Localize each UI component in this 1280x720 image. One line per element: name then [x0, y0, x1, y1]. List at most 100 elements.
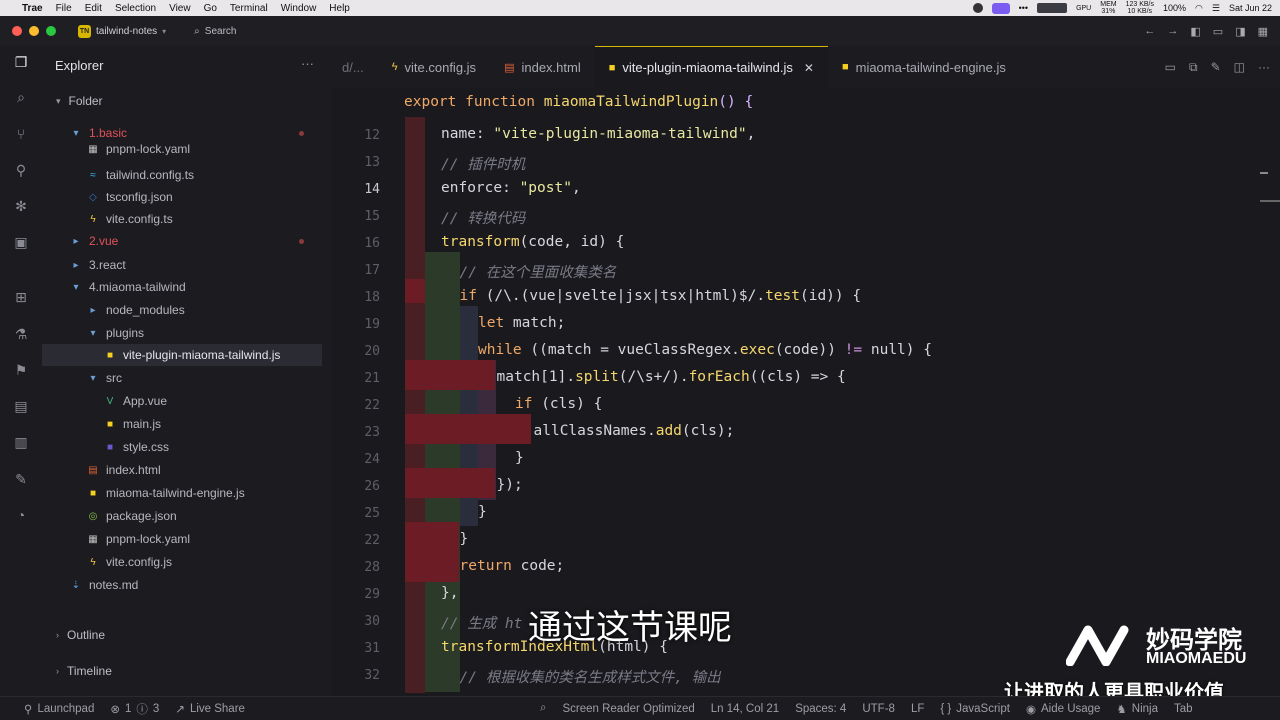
encoding-item[interactable]: UTF-8 [862, 703, 895, 715]
search-icon[interactable]: ⌕ [13, 89, 29, 105]
screen-reader-item[interactable]: Screen Reader Optimized [562, 703, 694, 715]
tab-vite-config[interactable]: ϟ vite.config.js [378, 46, 490, 88]
menu-go[interactable]: Go [204, 3, 217, 14]
menu-window[interactable]: Window [281, 3, 317, 14]
pen-icon[interactable]: ✎ [13, 471, 29, 487]
line-number: 13 [364, 155, 380, 170]
launchpad-item[interactable]: ⚲ Launchpad [24, 702, 94, 716]
control-center-icon[interactable]: ☰ [1212, 3, 1220, 14]
tree-item[interactable]: ▾ 4.miaoma-tailwind [42, 276, 322, 298]
menu-terminal[interactable]: Terminal [230, 3, 268, 14]
menu-app-name[interactable]: Trae [22, 3, 43, 14]
menu-view[interactable]: View [169, 3, 191, 14]
problems-item[interactable]: ⊗ 1 ⓘ 3 [110, 701, 159, 717]
editor-tabs: d/... ϟ vite.config.js ▤ index.html ■ vi… [332, 46, 1280, 88]
tree-item[interactable]: ■ miaoma-tailwind-engine.js [42, 482, 322, 504]
timeline-icon[interactable]: ◔ [13, 507, 29, 523]
layout-icon[interactable]: ▦ [1258, 25, 1268, 38]
language-item[interactable]: { } JavaScript [940, 703, 1010, 715]
tree-item[interactable]: ▤ index.html [42, 459, 322, 481]
minimize-window-button[interactable] [29, 26, 39, 36]
tab-partial[interactable]: d/... [332, 46, 378, 88]
remote-explorer-icon[interactable]: ▣ [13, 234, 29, 250]
testing-flask-icon[interactable]: ⚗ [13, 326, 29, 342]
forward-arrow-icon[interactable]: → [1167, 25, 1178, 38]
code-line: // 转换代码 [441, 211, 526, 227]
tree-item[interactable]: ϟ vite.config.js [42, 551, 322, 573]
eol-item[interactable]: LF [911, 703, 924, 715]
explorer-title: Explorer [55, 58, 104, 73]
source-control-icon[interactable]: ⑂ [13, 126, 29, 142]
code-editor[interactable]: export function miaomaTailwindPlugin() {… [332, 88, 1280, 696]
back-arrow-icon[interactable]: ← [1144, 25, 1155, 38]
launchpad-label: Launchpad [37, 702, 95, 715]
files-icon[interactable]: ❐ [13, 54, 29, 70]
aide-usage-item[interactable]: ◉ Aide Usage [1026, 702, 1101, 716]
tree-item[interactable]: ■ style.css [42, 436, 322, 458]
tree-item[interactable]: ▾ 1.basic [42, 122, 322, 144]
project-switcher[interactable]: TN tailwind-notes ▾ [78, 24, 166, 38]
bookmark-icon[interactable]: ⚑ [13, 362, 29, 378]
tab-index-html[interactable]: ▤ index.html [490, 46, 595, 88]
code-line: if (/\.(vue|svelte|jsx|tsx|html)$/.test(… [459, 288, 862, 304]
scrollbar-thumb[interactable] [1260, 200, 1280, 202]
menu-help[interactable]: Help [329, 3, 350, 14]
tree-item[interactable]: V App.vue [42, 390, 322, 412]
tree-item[interactable]: ▸ 3.react [42, 254, 322, 276]
tree-item[interactable]: ■ vite-plugin-miaoma-tailwind.js [42, 344, 322, 366]
indentation-item[interactable]: Spaces: 4 [795, 703, 846, 715]
tree-item[interactable]: ϟ vite.config.ts [42, 208, 322, 230]
more-icon[interactable]: ··· [1258, 60, 1270, 75]
tab-vite-plugin[interactable]: ■ vite-plugin-miaoma-tailwind.js ✕ [594, 46, 828, 88]
tree-item[interactable]: ▦ pnpm-lock.yaml [42, 528, 322, 550]
zoom-window-button[interactable] [46, 26, 56, 36]
date-time[interactable]: Sat Jun 22 [1229, 3, 1272, 13]
tab-item[interactable]: Tab [1174, 703, 1193, 715]
more-actions-icon[interactable]: ··· [301, 56, 314, 71]
tab-engine[interactable]: ■ miaoma-tailwind-engine.js [828, 46, 1020, 88]
wifi-icon[interactable]: ◠ [1195, 3, 1203, 14]
compare-icon[interactable]: ⧉ [1189, 60, 1198, 75]
run-debug-icon[interactable]: ⚲ [13, 162, 29, 178]
screen-share-icon[interactable] [991, 2, 1010, 14]
split-editor-icon[interactable]: ◫ [1234, 60, 1245, 75]
tree-item[interactable]: ≈ tailwind.config.ts [42, 164, 322, 186]
toggle-secondary-sidebar-icon[interactable]: ◨ [1235, 25, 1245, 38]
menu-file[interactable]: File [56, 3, 72, 14]
edit-icon[interactable]: ✎ [1211, 60, 1221, 75]
close-tab-icon[interactable]: ✕ [804, 61, 814, 75]
tree-item[interactable]: ▸ node_modules [42, 299, 322, 321]
close-window-button[interactable] [12, 26, 22, 36]
folder-icon[interactable]: ▤ [13, 398, 29, 414]
docker-icon[interactable]: ▥ [13, 434, 29, 450]
line-number: 22 [364, 398, 380, 413]
toggle-sidebar-icon[interactable]: ◧ [1190, 25, 1200, 38]
debug-bug-icon[interactable]: ✻ [13, 198, 29, 214]
cursor-position-item[interactable]: Ln 14, Col 21 [711, 703, 779, 715]
scrollbar-marker[interactable] [1260, 172, 1268, 174]
open-preview-icon[interactable]: ▭ [1165, 60, 1176, 75]
ninja-item[interactable]: ♞ Ninja [1116, 702, 1158, 716]
tree-item[interactable]: ▸ 2.vue [42, 230, 322, 252]
folder-section-header[interactable]: ▾ Folder [56, 94, 103, 108]
language-label: JavaScript [956, 702, 1010, 715]
menu-edit[interactable]: Edit [85, 3, 102, 14]
zoom-item[interactable]: ⌕ [540, 702, 546, 715]
record-icon[interactable] [972, 3, 983, 13]
dots-icon[interactable]: ••• [1019, 3, 1028, 13]
extensions-icon[interactable]: ⊞ [13, 289, 29, 305]
tree-item[interactable]: ⇣ notes.md [42, 574, 322, 596]
outline-section-header[interactable]: › Outline [56, 628, 105, 642]
tree-item[interactable]: ■ main.js [42, 413, 322, 435]
tree-item[interactable]: ▾ src [42, 367, 322, 389]
tree-item[interactable]: ▾ plugins [42, 322, 322, 344]
tree-item[interactable]: ▦ pnpm-lock.yaml [42, 143, 322, 155]
live-share-item[interactable]: ↗ Live Share [175, 702, 245, 716]
toggle-panel-icon[interactable]: ▭ [1213, 25, 1223, 38]
tree-item[interactable]: ◇ tsconfig.json [42, 186, 322, 208]
indent-error-highlight [405, 468, 495, 498]
tree-item[interactable]: ◎ package.json [42, 505, 322, 527]
timeline-section-header[interactable]: › Timeline [56, 664, 112, 678]
global-search[interactable]: ⌕ Search [194, 26, 236, 37]
menu-selection[interactable]: Selection [115, 3, 156, 14]
